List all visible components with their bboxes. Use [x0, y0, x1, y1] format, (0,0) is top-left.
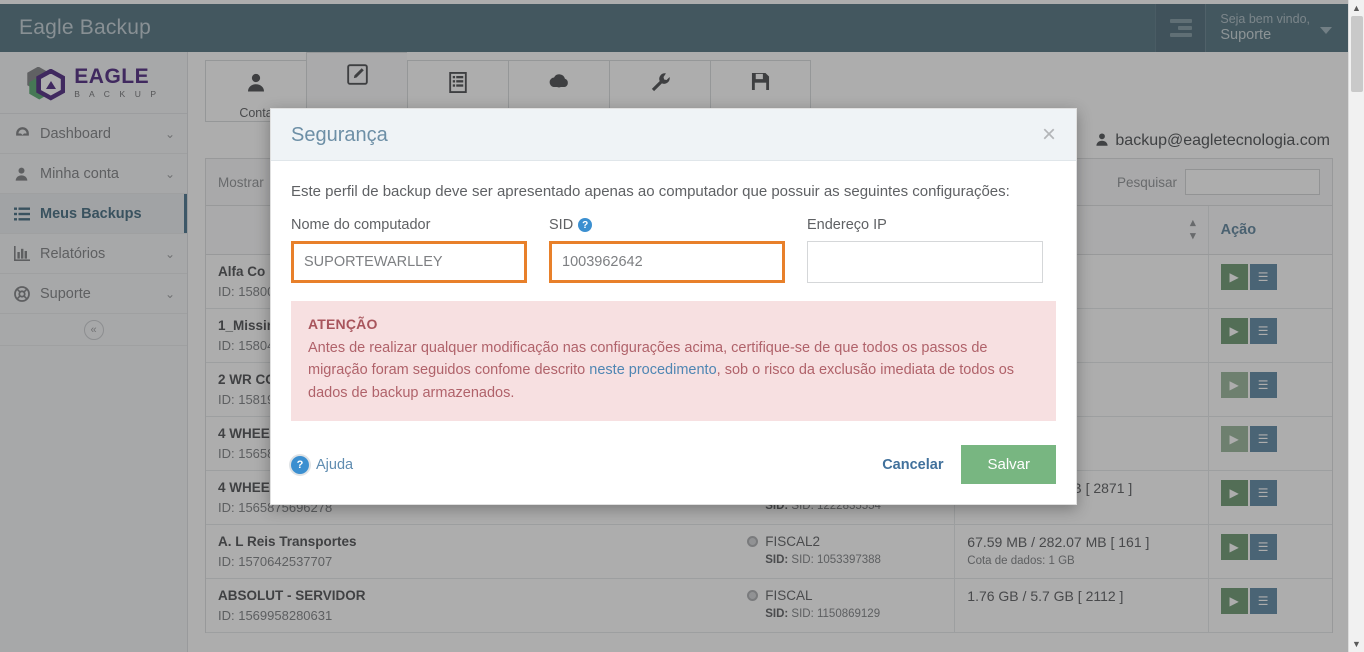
modal-title: Segurança — [291, 123, 388, 146]
save-button[interactable]: Salvar — [961, 445, 1056, 485]
modal-body: Este perfil de backup deve ser apresenta… — [271, 161, 1076, 429]
field-sid: SID ? — [549, 217, 785, 283]
computer-name-input[interactable] — [291, 241, 527, 283]
warning-alert: ATENÇÃO Antes de realizar qualquer modif… — [291, 301, 1056, 422]
modal-header: Segurança × — [271, 109, 1076, 161]
scroll-down-arrow-icon[interactable]: ▼ — [1349, 636, 1364, 652]
sid-input[interactable] — [549, 241, 785, 283]
field-computer-name: Nome do computador — [291, 217, 527, 283]
help-link-label: Ajuda — [316, 456, 354, 473]
modal-description: Este perfil de backup deve ser apresenta… — [291, 183, 1010, 200]
cancel-button[interactable]: Cancelar — [882, 457, 943, 473]
ip-address-label: Endereço IP — [807, 217, 887, 233]
help-link[interactable]: ? Ajuda — [291, 455, 354, 474]
scrollbar-thumb[interactable] — [1351, 16, 1363, 92]
field-ip-address: Endereço IP — [807, 217, 1043, 283]
ip-address-input[interactable] — [807, 241, 1043, 283]
computer-name-label: Nome do computador — [291, 217, 431, 233]
config-fields: Nome do computador SID ? Endereço IP — [291, 217, 1056, 283]
security-modal: Segurança × Este perfil de backup deve s… — [270, 108, 1077, 506]
warning-title: ATENÇÃO — [308, 316, 378, 332]
scroll-up-arrow-icon[interactable]: ▲ — [1349, 0, 1364, 16]
warning-text: Antes de realizar qualquer modificação n… — [308, 337, 1039, 404]
sid-label-text: SID — [549, 217, 574, 233]
close-icon[interactable]: × — [1042, 123, 1056, 147]
procedure-link[interactable]: neste procedimento — [589, 362, 716, 378]
modal-footer: ? Ajuda Cancelar Salvar — [271, 429, 1076, 504]
help-circle-icon[interactable]: ? — [578, 218, 593, 232]
sid-label: SID ? — [549, 217, 785, 233]
help-circle-icon: ? — [291, 455, 309, 474]
app-root: Eagle Backup Seja bem vindo, Suporte EAG… — [0, 0, 1364, 652]
vertical-scrollbar[interactable]: ▲ ▼ — [1348, 0, 1364, 652]
modal-actions: Cancelar Salvar — [882, 445, 1056, 485]
